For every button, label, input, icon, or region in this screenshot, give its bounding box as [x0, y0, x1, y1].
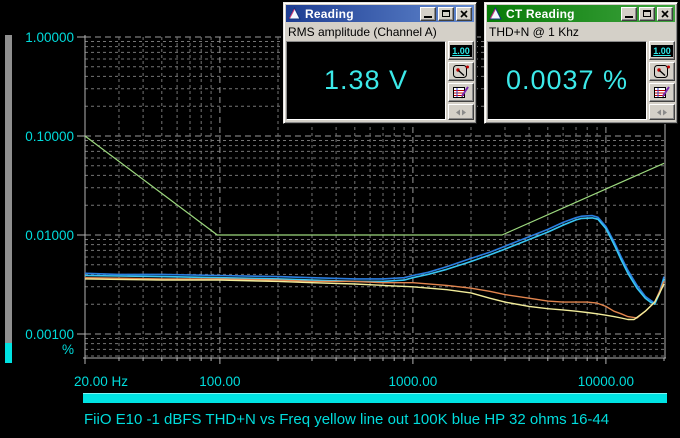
step-arrows-icon	[657, 109, 667, 115]
minimize-icon	[625, 16, 633, 18]
close-button[interactable]	[657, 6, 673, 21]
y-tick-label: 1.00000	[25, 30, 74, 45]
y-tick-label: 0.10000	[25, 129, 74, 144]
y-tick-label: 0.00100	[25, 327, 74, 342]
x-tick-label: 10000.00	[578, 374, 634, 389]
maximize-button[interactable]	[438, 6, 454, 21]
vertical-scrollbar-track[interactable]	[5, 35, 12, 343]
y-axis-unit-label: %	[62, 342, 74, 357]
maximize-icon	[442, 10, 450, 17]
series-blue-hp-32ohm-a	[84, 214, 665, 304]
chart-caption: FiiO E10 -1 dBFS THD+N vs Freq yellow li…	[84, 411, 610, 428]
range-button-label: 1.00	[450, 44, 472, 57]
reading-titlebar[interactable]: Reading	[286, 5, 474, 22]
app-stage: 1.00000 0.10000 0.01000 0.00100% 20.00 Hz 100…	[0, 0, 680, 438]
ct-reading-display: 0.0037 %	[487, 41, 647, 120]
series-yellow-line-out-100k	[84, 278, 665, 321]
window-title: Reading	[305, 6, 354, 21]
horizontal-scrollbar[interactable]	[83, 393, 667, 403]
analog-meter-icon	[453, 65, 469, 78]
log-data-icon	[654, 86, 670, 99]
app-triangle-icon	[288, 7, 301, 20]
meter-function-label: THD+N @ 1 Khz	[489, 25, 579, 39]
x-tick-label: 20.00 Hz	[74, 374, 128, 389]
reading-window: Reading RMS amplitude (Channel A) 1.38 V…	[283, 2, 477, 124]
step-arrows-button-disabled	[448, 104, 474, 120]
vertical-scrollbar-thumb[interactable]	[5, 343, 12, 363]
step-arrows-icon	[456, 109, 466, 115]
minimize-button[interactable]	[621, 6, 637, 21]
reading-display: 1.38 V	[286, 41, 446, 120]
vertical-scrollbar[interactable]	[5, 35, 12, 363]
minimize-icon	[424, 16, 432, 18]
series-cyan-hp-32ohm-b	[84, 217, 665, 306]
x-tick-label: 1000.00	[388, 374, 437, 389]
reading-value: 1.38 V	[323, 65, 409, 95]
log-data-button[interactable]	[649, 83, 675, 102]
range-button-label: 1.00	[651, 44, 673, 57]
maximize-icon	[643, 10, 651, 17]
log-data-icon	[453, 86, 469, 99]
window-title: CT Reading	[506, 6, 575, 21]
y-tick-label: 0.01000	[25, 228, 74, 243]
maximize-button[interactable]	[639, 6, 655, 21]
minimize-button[interactable]	[420, 6, 436, 21]
ct-reading-window: CT Reading THD+N @ 1 Khz 0.0037 % 1.00	[484, 2, 678, 124]
ct-reading-titlebar[interactable]: CT Reading	[487, 5, 675, 22]
log-data-button[interactable]	[448, 83, 474, 102]
x-tick-label: 100.00	[199, 374, 240, 389]
analog-meter-icon	[654, 65, 670, 78]
range-button[interactable]: 1.00	[448, 41, 474, 60]
meter-function-label: RMS amplitude (Channel A)	[288, 25, 437, 39]
close-button[interactable]	[456, 6, 472, 21]
analog-meter-button[interactable]	[448, 62, 474, 81]
range-button[interactable]: 1.00	[649, 41, 675, 60]
ct-reading-value: 0.0037 %	[505, 65, 629, 95]
step-arrows-button-disabled	[649, 104, 675, 120]
app-triangle-icon	[489, 7, 502, 20]
close-icon	[661, 9, 669, 18]
close-icon	[460, 9, 468, 18]
analog-meter-button[interactable]	[649, 62, 675, 81]
